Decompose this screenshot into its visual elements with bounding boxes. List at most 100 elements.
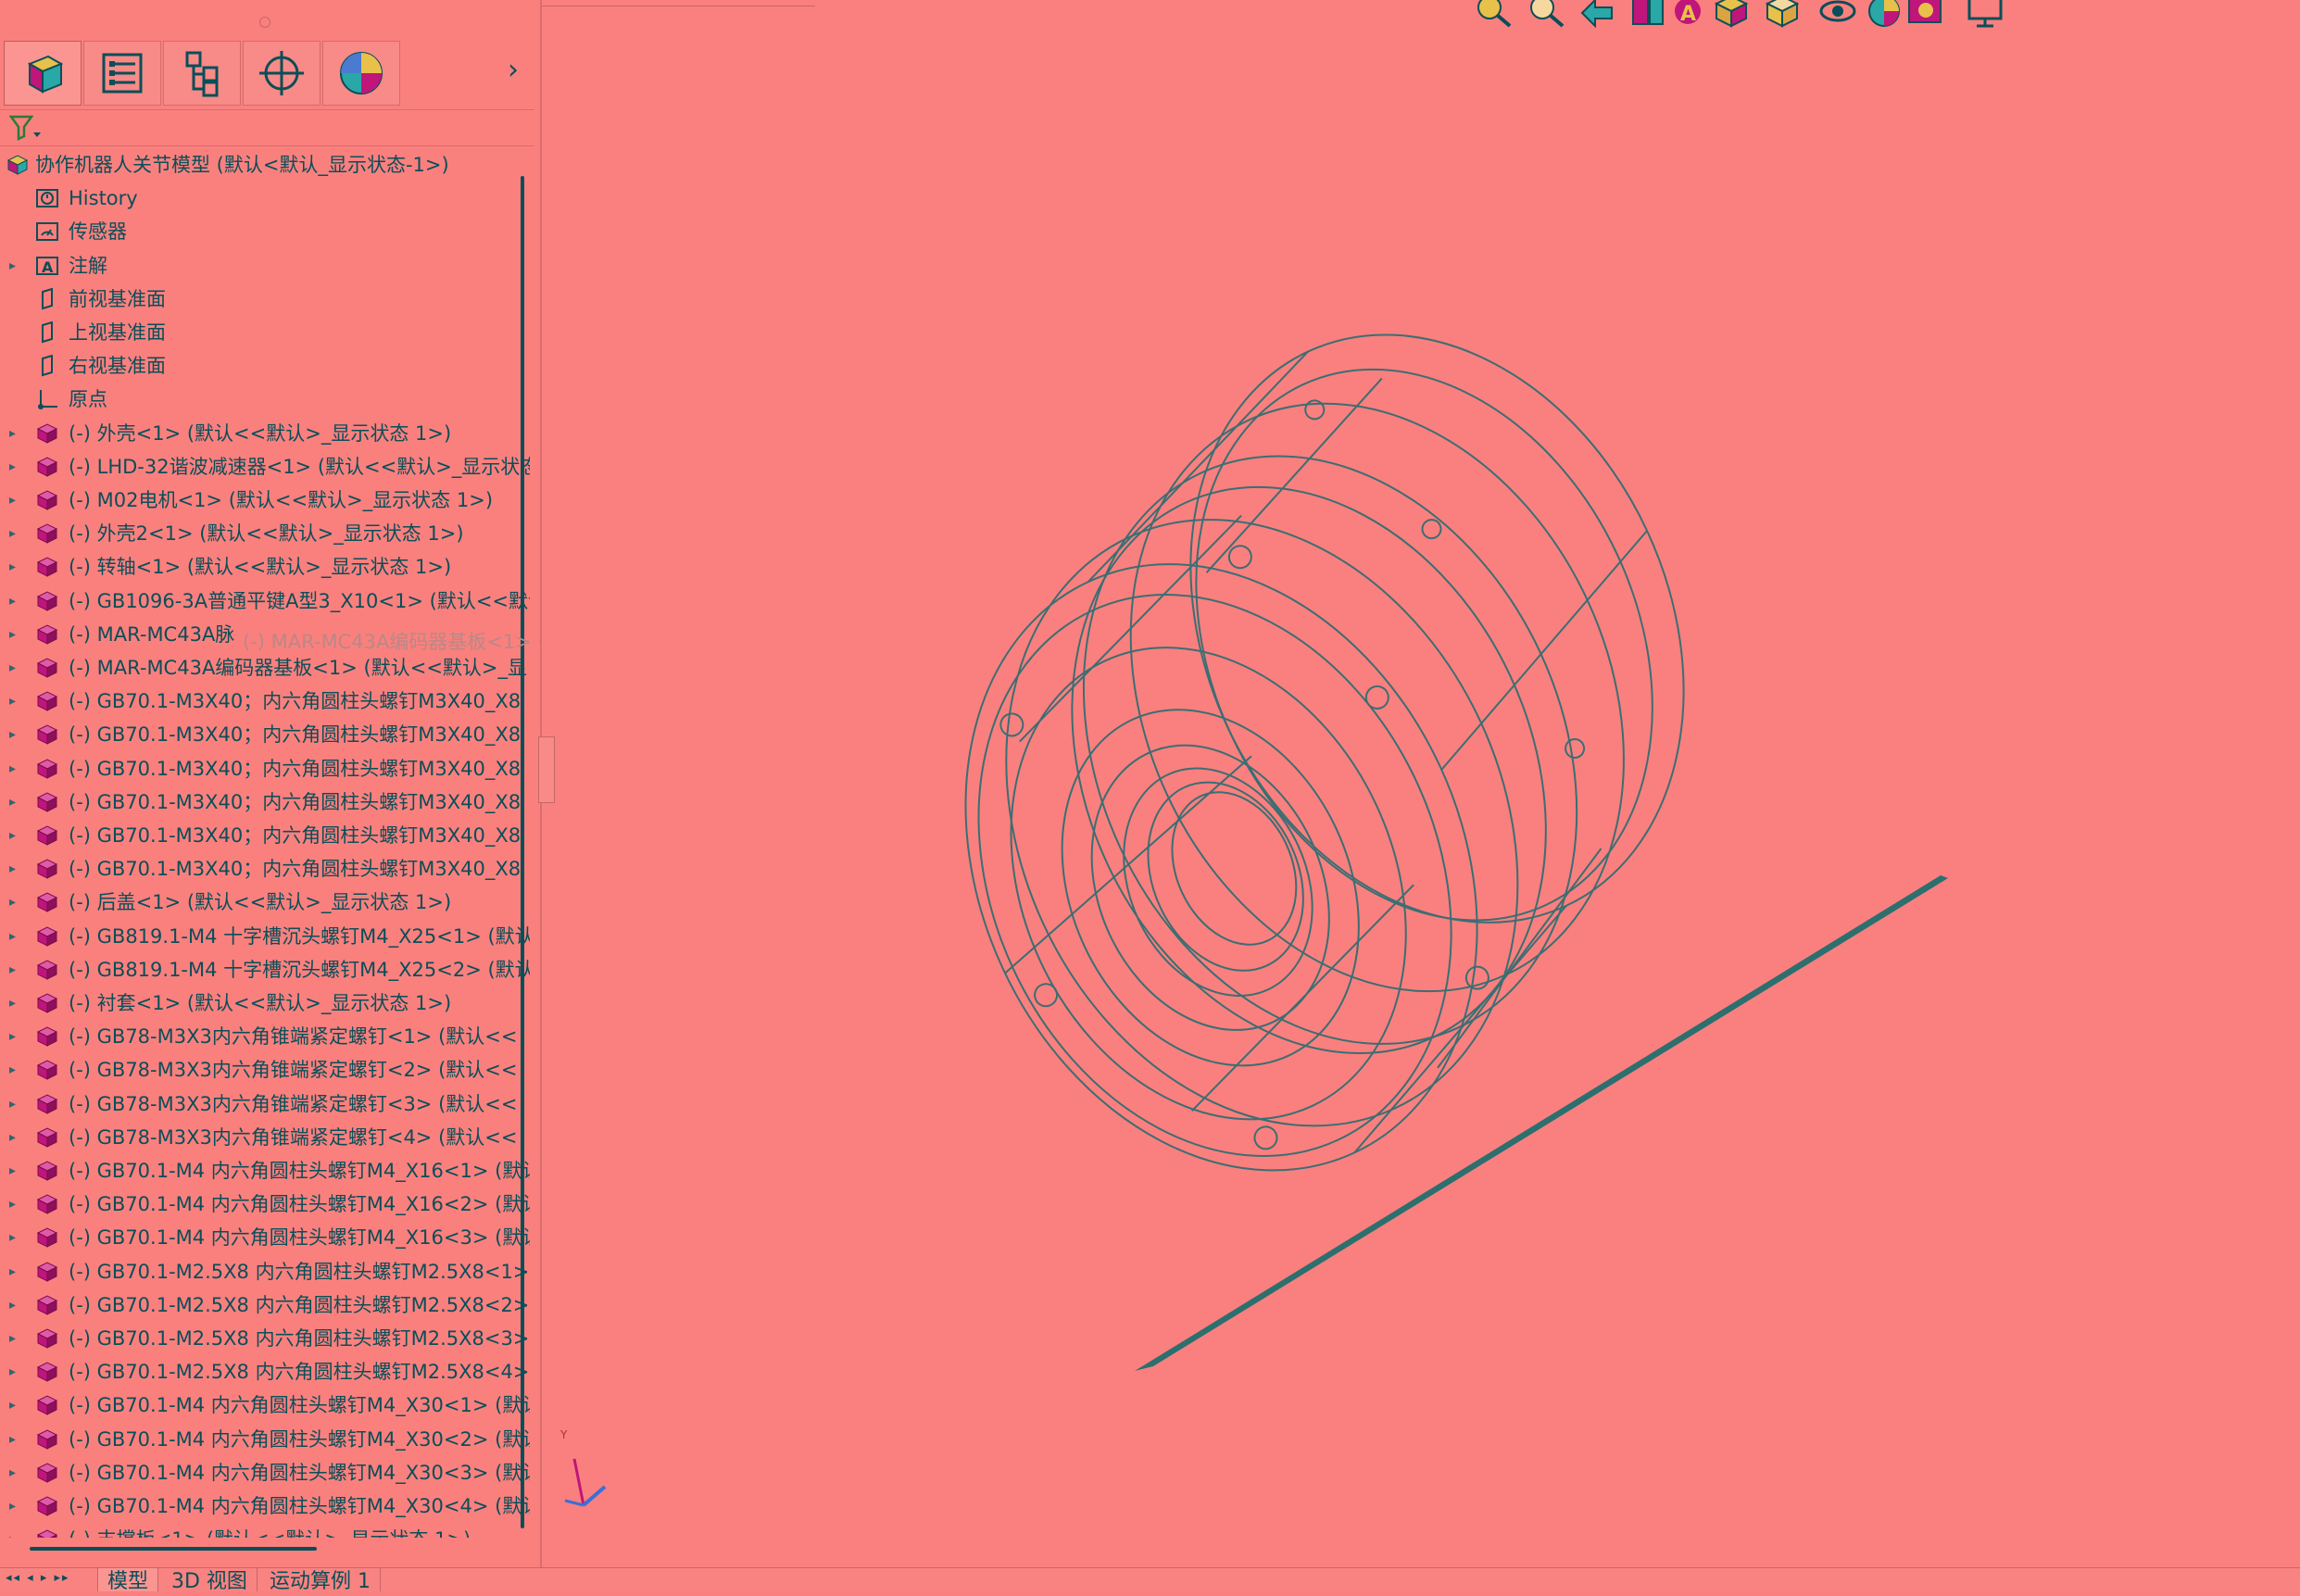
expand-arrow-icon[interactable]: ▸ bbox=[9, 1423, 22, 1456]
expand-arrow-icon[interactable]: ▸ bbox=[9, 1053, 22, 1087]
feature-manager-tab[interactable] bbox=[4, 41, 82, 106]
expand-arrow-icon[interactable]: ▸ bbox=[9, 886, 22, 919]
expand-arrow-icon[interactable]: ▸ bbox=[9, 484, 22, 517]
tree-item[interactable]: ▸ (-) GB70.1-M4 内六角圆柱头螺钉M4_X16<2> (默认 bbox=[0, 1188, 530, 1221]
tree-item[interactable]: ▸ (-) GB78-M3X3内六角锥端紧定螺钉<2> (默认<< bbox=[0, 1053, 530, 1087]
tree-item[interactable]: ▸ (-) 后盖<1> (默认<<默认>_显示状态 1>) bbox=[0, 886, 530, 919]
tree-item[interactable]: 前视基准面 bbox=[0, 283, 530, 316]
expand-arrow-icon[interactable]: ▸ bbox=[9, 249, 22, 283]
apply-scene-button[interactable] bbox=[1904, 0, 1946, 28]
tree-item[interactable]: ▸ (-) GB70.1-M3X40；内六角圆柱头螺钉M3X40_X8 bbox=[0, 752, 530, 785]
expand-arrow-icon[interactable]: ▸ bbox=[9, 1355, 22, 1389]
dynamic-annotation-button[interactable]: A bbox=[1667, 0, 1710, 28]
property-manager-tab[interactable] bbox=[83, 41, 161, 106]
tree-item[interactable]: ▸ (-) GB70.1-M2.5X8 内六角圆柱头螺钉M2.5X8<4> bbox=[0, 1355, 530, 1389]
dimxpert-manager-tab[interactable] bbox=[243, 41, 320, 106]
filter-icon[interactable] bbox=[7, 114, 44, 142]
graphics-viewport[interactable]: Y bbox=[542, 0, 2300, 1567]
tree-vertical-scrollbar[interactable] bbox=[521, 176, 524, 1528]
tree-item[interactable]: ▸ (-) GB70.1-M3X40；内六角圆柱头螺钉M3X40_X8 bbox=[0, 685, 530, 718]
tree-item[interactable]: ▸ (-) GB70.1-M2.5X8 内六角圆柱头螺钉M2.5X8<1> bbox=[0, 1255, 530, 1288]
tree-item[interactable]: ▸ (-) 衬套<1> (默认<<默认>_显示状态 1>) bbox=[0, 987, 530, 1020]
tab-3d-view[interactable]: 3D 视图 bbox=[162, 1568, 258, 1593]
tree-item[interactable]: 传感器 bbox=[0, 215, 530, 248]
expand-arrow-icon[interactable]: ▸ bbox=[9, 752, 22, 785]
tree-item[interactable]: ▸ (-) 外壳2<1> (默认<<默认>_显示状态 1>) bbox=[0, 517, 530, 550]
tree-item[interactable]: ▸ (-) 转轴<1> (默认<<默认>_显示状态 1>) bbox=[0, 550, 530, 584]
tree-item[interactable]: 原点 bbox=[0, 383, 530, 416]
tree-item[interactable]: ▸ (-) GB1096-3A普通平键A型3_X10<1> (默认<<默认 bbox=[0, 584, 530, 618]
expand-arrow-icon[interactable]: ▸ bbox=[9, 417, 22, 450]
tab-motion-study-1[interactable]: 运动算例 1 bbox=[260, 1568, 381, 1593]
tree-item[interactable]: ▸ (-) GB70.1-M4 内六角圆柱头螺钉M4_X30<1> (默认 bbox=[0, 1389, 530, 1422]
expand-arrow-icon[interactable]: ▸ bbox=[9, 450, 22, 484]
expand-arrow-icon[interactable]: ▸ bbox=[9, 1020, 22, 1053]
tree-item[interactable]: ▸ (-) GB70.1-M4 内六角圆柱头螺钉M4_X30<4> (默认 bbox=[0, 1489, 530, 1523]
edit-appearance-button[interactable] bbox=[1862, 0, 1904, 28]
expand-arrow-icon[interactable]: ▸ bbox=[9, 1087, 22, 1121]
view-orientation-button[interactable] bbox=[1709, 0, 1752, 28]
expand-arrow-icon[interactable]: ▸ bbox=[9, 920, 22, 953]
expand-arrow-icon[interactable]: ▸ bbox=[9, 1188, 22, 1221]
tree-item[interactable]: 上视基准面 bbox=[0, 316, 530, 349]
tree-item[interactable]: ▸ (-) GB70.1-M3X40；内六角圆柱头螺钉M3X40_X8 bbox=[0, 819, 530, 852]
tree-horizontal-scrollbar[interactable] bbox=[30, 1547, 317, 1551]
tree-item[interactable]: ▸ (-) 支撑板<1> (默认<<默认>_显示状态 1>) bbox=[0, 1523, 530, 1538]
tree-item[interactable]: ▸ (-) GB70.1-M2.5X8 内六角圆柱头螺钉M2.5X8<2> bbox=[0, 1288, 530, 1322]
panel-grip-handle[interactable] bbox=[259, 17, 270, 28]
tree-root-assembly[interactable]: 协作机器人关节模型 (默认<默认_显示状态-1>) bbox=[0, 148, 530, 182]
expand-arrow-icon[interactable]: ▸ bbox=[9, 1389, 22, 1422]
expand-arrow-icon[interactable]: ▸ bbox=[9, 953, 22, 987]
tree-item[interactable]: History bbox=[0, 182, 530, 215]
expand-arrow-icon[interactable]: ▸ bbox=[9, 1255, 22, 1288]
expand-arrow-icon[interactable]: ▸ bbox=[9, 852, 22, 886]
expand-arrow-icon[interactable]: ▸ bbox=[9, 1489, 22, 1523]
tree-item[interactable]: ▸ (-) GB70.1-M3X40；内六角圆柱头螺钉M3X40_X8 bbox=[0, 718, 530, 751]
tree-item[interactable]: ▸ (-) GB78-M3X3内六角锥端紧定螺钉<1> (默认<< bbox=[0, 1020, 530, 1053]
display-style-button[interactable] bbox=[1760, 0, 1803, 28]
zoom-to-area-button[interactable] bbox=[1524, 0, 1566, 28]
tree-item[interactable]: ▸ (-) M02电机<1> (默认<<默认>_显示状态 1>) bbox=[0, 484, 530, 517]
tree-item[interactable]: ▸ (-) GB70.1-M4 内六角圆柱头螺钉M4_X16<1> (默认 bbox=[0, 1154, 530, 1188]
view-settings-button[interactable] bbox=[1964, 0, 2006, 28]
tree-item[interactable]: ▸ (-) GB70.1-M2.5X8 内六角圆柱头螺钉M2.5X8<3> bbox=[0, 1322, 530, 1355]
tree-item[interactable]: ▸ (-) GB70.1-M3X40；内六角圆柱头螺钉M3X40_X8 bbox=[0, 785, 530, 819]
tab-model[interactable]: 模型 bbox=[97, 1568, 159, 1593]
tree-item[interactable]: ▸ (-) 外壳<1> (默认<<默认>_显示状态 1>) bbox=[0, 417, 530, 450]
tree-item[interactable]: 右视基准面 bbox=[0, 349, 530, 383]
expand-arrow-icon[interactable]: ▸ bbox=[9, 1322, 22, 1355]
tree-item[interactable]: ▸ (-) LHD-32谐波减速器<1> (默认<<默认>_显示状态 bbox=[0, 450, 530, 484]
tree-item[interactable]: ▸ (-) GB70.1-M4 内六角圆柱头螺钉M4_X30<3> (默认 bbox=[0, 1456, 530, 1489]
expand-arrow-icon[interactable]: ▸ bbox=[9, 1288, 22, 1322]
expand-arrow-icon[interactable]: ▸ bbox=[9, 517, 22, 550]
display-manager-tab[interactable] bbox=[322, 41, 400, 106]
tree-item[interactable]: ▸ (-) GB70.1-M4 内六角圆柱头螺钉M4_X16<3> (默认 bbox=[0, 1221, 530, 1254]
expand-arrow-icon[interactable]: ▸ bbox=[9, 1121, 22, 1154]
expand-arrow-icon[interactable]: ▸ bbox=[9, 685, 22, 718]
previous-view-button[interactable] bbox=[1575, 0, 1617, 29]
expand-arrow-icon[interactable]: ▸ bbox=[9, 651, 22, 685]
tree-item[interactable]: ▸ (-) MAR-MC43A编码器基板<1> (默认<<默认>_显 bbox=[0, 651, 530, 685]
expand-arrow-icon[interactable]: ▸ bbox=[9, 550, 22, 584]
expand-arrow-icon[interactable]: ▸ bbox=[9, 785, 22, 819]
expand-arrow-icon[interactable]: ▸ bbox=[9, 1221, 22, 1254]
expand-arrow-icon[interactable]: ▸ bbox=[9, 618, 22, 651]
expand-arrow-icon[interactable]: ▸ bbox=[9, 1154, 22, 1188]
expand-arrow-icon[interactable]: ▸ bbox=[9, 718, 22, 751]
tree-item[interactable]: ▸ (-) GB819.1-M4 十字槽沉头螺钉M4_X25<2> (默认 bbox=[0, 953, 530, 987]
tree-item[interactable]: ▸ (-) GB819.1-M4 十字槽沉头螺钉M4_X25<1> (默认 bbox=[0, 920, 530, 953]
tree-item[interactable]: ▸ A 注解 bbox=[0, 249, 530, 283]
tree-item[interactable]: ▸ (-) GB78-M3X3内六角锥端紧定螺钉<3> (默认<< bbox=[0, 1087, 530, 1121]
tree-filter-bar[interactable] bbox=[0, 109, 534, 146]
more-tabs-chevron-icon[interactable]: › bbox=[508, 54, 519, 86]
tree-item[interactable]: ▸ (-) GB70.1-M4 内六角圆柱头螺钉M4_X30<2> (默认 bbox=[0, 1423, 530, 1456]
section-view-button[interactable] bbox=[1626, 0, 1668, 28]
expand-arrow-icon[interactable]: ▸ bbox=[9, 819, 22, 852]
expand-arrow-icon[interactable]: ▸ bbox=[9, 584, 22, 618]
hide-show-items-button[interactable] bbox=[1816, 0, 1858, 28]
expand-arrow-icon[interactable]: ▸ bbox=[9, 1523, 22, 1538]
expand-arrow-icon[interactable]: ▸ bbox=[9, 1456, 22, 1489]
expand-arrow-icon[interactable]: ▸ bbox=[9, 987, 22, 1020]
tree-item[interactable]: ▸ (-) GB78-M3X3内六角锥端紧定螺钉<4> (默认<< bbox=[0, 1121, 530, 1154]
tab-nav-arrows[interactable]: ◂◂ ◂ ▸ ▸▸ bbox=[6, 1571, 70, 1585]
